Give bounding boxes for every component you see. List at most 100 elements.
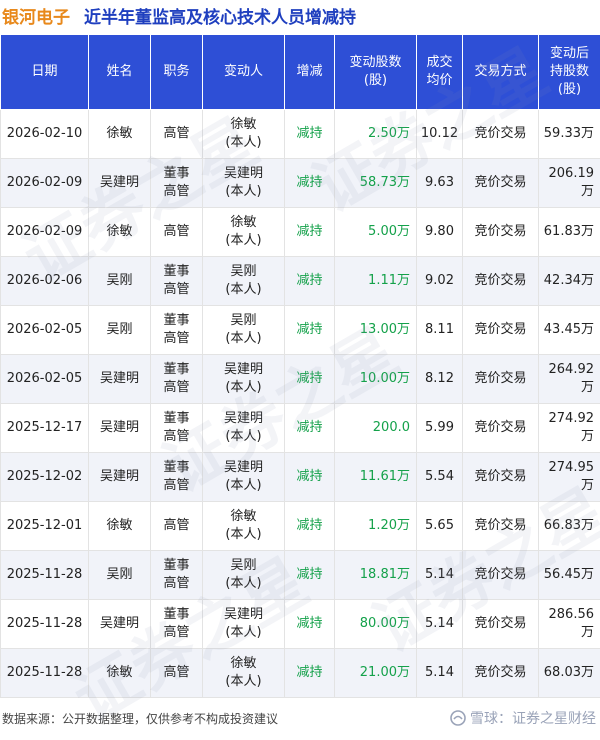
insider-trading-table: 日期姓名职务变动人增减变动股数(股)成交均价交易方式变动后持股数(股) 2026… bbox=[0, 34, 600, 698]
cell-person-line: 吴建明 bbox=[203, 361, 284, 379]
cell-person-line: 徐敏 bbox=[203, 116, 284, 134]
table-row: 2025-12-02吴建明董事高管吴建明(本人)减持11.61万5.54竞价交易… bbox=[1, 453, 600, 502]
cell-name: 吴刚 bbox=[89, 306, 151, 355]
cell-person: 徐敏(本人) bbox=[203, 110, 285, 159]
column-header: 姓名 bbox=[89, 35, 151, 110]
cell-person-line: (本人) bbox=[203, 379, 284, 397]
cell-direction: 减持 bbox=[285, 404, 335, 453]
cell-role-line: 高管 bbox=[151, 575, 202, 593]
cell-person-line: 吴建明 bbox=[203, 410, 284, 428]
cell-person-line: (本人) bbox=[203, 526, 284, 544]
cell-method: 竞价交易 bbox=[463, 159, 539, 208]
cell-person-line: 徐敏 bbox=[203, 655, 284, 673]
cell-role: 董事高管 bbox=[151, 355, 203, 404]
cell-person-line: (本人) bbox=[203, 281, 284, 299]
cell-role: 董事高管 bbox=[151, 600, 203, 649]
cell-person: 徐敏(本人) bbox=[203, 649, 285, 698]
cell-name: 徐敏 bbox=[89, 649, 151, 698]
cell-date: 2026-02-05 bbox=[1, 306, 89, 355]
cell-direction: 减持 bbox=[285, 453, 335, 502]
title-bar: 银河电子 近半年董监高及核心技术人员增减持 bbox=[0, 0, 600, 30]
cell-price: 5.14 bbox=[417, 649, 463, 698]
cell-person: 吴刚(本人) bbox=[203, 257, 285, 306]
cell-role-line: 高管 bbox=[151, 379, 202, 397]
cell-direction: 减持 bbox=[285, 159, 335, 208]
column-header-label: 持股数 bbox=[539, 63, 600, 81]
cell-date: 2025-12-17 bbox=[1, 404, 89, 453]
cell-method: 竞价交易 bbox=[463, 110, 539, 159]
data-source-note: 数据来源：公开数据整理，仅供参考不构成投资建议 bbox=[2, 710, 278, 727]
cell-name: 吴刚 bbox=[89, 257, 151, 306]
cell-direction: 减持 bbox=[285, 551, 335, 600]
cell-role-line: 高管 bbox=[151, 477, 202, 495]
cell-shares: 13.00万 bbox=[335, 306, 417, 355]
cell-person-line: 吴建明 bbox=[203, 165, 284, 183]
cell-price: 5.65 bbox=[417, 502, 463, 551]
cell-role-line: 高管 bbox=[151, 664, 202, 682]
cell-person-line: (本人) bbox=[203, 673, 284, 691]
cell-price: 10.12 bbox=[417, 110, 463, 159]
cell-role-line: 高管 bbox=[151, 428, 202, 446]
cell-direction: 减持 bbox=[285, 502, 335, 551]
cell-date: 2025-12-01 bbox=[1, 502, 89, 551]
cell-holding-after: 43.45万 bbox=[539, 306, 600, 355]
table-row: 2025-11-28吴刚董事高管吴刚(本人)减持18.81万5.14竞价交易56… bbox=[1, 551, 600, 600]
column-header-label: 增减 bbox=[285, 63, 334, 81]
cell-person: 徐敏(本人) bbox=[203, 208, 285, 257]
cell-person-line: 吴建明 bbox=[203, 459, 284, 477]
cell-person-line: (本人) bbox=[203, 624, 284, 642]
cell-name: 吴建明 bbox=[89, 159, 151, 208]
cell-role: 董事高管 bbox=[151, 257, 203, 306]
cell-price: 9.80 bbox=[417, 208, 463, 257]
cell-person: 吴刚(本人) bbox=[203, 306, 285, 355]
column-header-label: 变动后 bbox=[539, 45, 600, 63]
column-header-label: 交易方式 bbox=[463, 63, 538, 81]
cell-shares: 1.11万 bbox=[335, 257, 417, 306]
cell-holding-after: 274.95万 bbox=[539, 453, 600, 502]
cell-role-line: 高管 bbox=[151, 183, 202, 201]
cell-method: 竞价交易 bbox=[463, 502, 539, 551]
column-header-label: 变动股数 bbox=[335, 54, 416, 72]
cell-name: 徐敏 bbox=[89, 110, 151, 159]
cell-price: 9.63 bbox=[417, 159, 463, 208]
cell-role-line: 董事 bbox=[151, 459, 202, 477]
cell-person-line: 吴建明 bbox=[203, 606, 284, 624]
column-header: 职务 bbox=[151, 35, 203, 110]
cell-role: 董事高管 bbox=[151, 306, 203, 355]
cell-price: 8.11 bbox=[417, 306, 463, 355]
column-header: 交易方式 bbox=[463, 35, 539, 110]
cell-method: 竞价交易 bbox=[463, 551, 539, 600]
cell-method: 竞价交易 bbox=[463, 208, 539, 257]
cell-person-line: 徐敏 bbox=[203, 214, 284, 232]
column-header: 成交均价 bbox=[417, 35, 463, 110]
cell-role: 高管 bbox=[151, 110, 203, 159]
table-row: 2025-11-28吴建明董事高管吴建明(本人)减持80.00万5.14竞价交易… bbox=[1, 600, 600, 649]
cell-holding-after: 59.33万 bbox=[539, 110, 600, 159]
cell-date: 2025-11-28 bbox=[1, 600, 89, 649]
cell-person-line: 吴刚 bbox=[203, 312, 284, 330]
cell-method: 竞价交易 bbox=[463, 404, 539, 453]
cell-person: 徐敏(本人) bbox=[203, 502, 285, 551]
brand-label: 雪球：证券之星财经 bbox=[470, 708, 596, 728]
cell-shares: 21.00万 bbox=[335, 649, 417, 698]
cell-method: 竞价交易 bbox=[463, 600, 539, 649]
column-header-label: (股) bbox=[539, 81, 600, 99]
cell-person-line: 吴刚 bbox=[203, 557, 284, 575]
cell-role-line: 董事 bbox=[151, 263, 202, 281]
cell-date: 2026-02-05 bbox=[1, 355, 89, 404]
column-header: 增减 bbox=[285, 35, 335, 110]
table-row: 2026-02-05吴刚董事高管吴刚(本人)减持13.00万8.11竞价交易43… bbox=[1, 306, 600, 355]
cell-price: 8.12 bbox=[417, 355, 463, 404]
cell-shares: 58.73万 bbox=[335, 159, 417, 208]
cell-shares: 10.00万 bbox=[335, 355, 417, 404]
cell-date: 2025-11-28 bbox=[1, 649, 89, 698]
cell-price: 9.02 bbox=[417, 257, 463, 306]
cell-role-line: 高管 bbox=[151, 223, 202, 241]
table-row: 2026-02-09徐敏高管徐敏(本人)减持5.00万9.80竞价交易61.83… bbox=[1, 208, 600, 257]
cell-person-line: (本人) bbox=[203, 232, 284, 250]
table-row: 2026-02-05吴建明董事高管吴建明(本人)减持10.00万8.12竞价交易… bbox=[1, 355, 600, 404]
cell-role-line: 高管 bbox=[151, 281, 202, 299]
cell-date: 2026-02-10 bbox=[1, 110, 89, 159]
cell-role-line: 高管 bbox=[151, 624, 202, 642]
snowball-icon bbox=[450, 710, 466, 726]
